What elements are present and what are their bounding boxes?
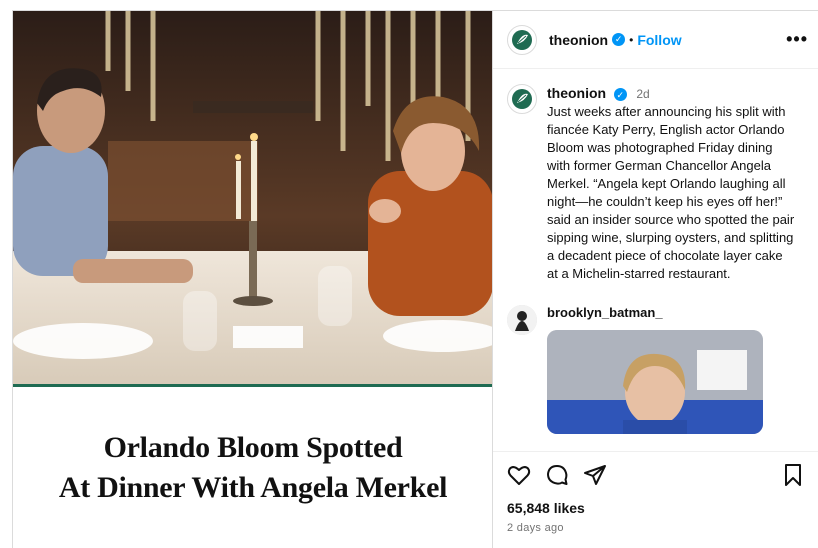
heart-icon[interactable] (507, 463, 531, 492)
action-icons (507, 462, 804, 492)
dinner-photo (13, 11, 492, 384)
onion-logo-icon[interactable] (507, 84, 537, 114)
caption-body: theonion ✓ 2d Just weeks after announcin… (547, 84, 797, 283)
post-date[interactable]: 2 days ago (507, 522, 804, 534)
caption-username[interactable]: theonion (547, 85, 606, 101)
comment-username[interactable]: brooklyn_batman_ (547, 305, 763, 320)
author-username[interactable]: theonion (549, 32, 608, 48)
caption-row: theonion ✓ 2d Just weeks after announcin… (507, 84, 804, 283)
onion-logo-icon[interactable] (507, 24, 537, 55)
caption-text: Just weeks after announcing his split wi… (547, 104, 795, 281)
verified-icon: ✓ (613, 88, 627, 102)
instagram-post: Orlando Bloom Spotted At Dinner With Ang… (12, 10, 818, 548)
bookmark-icon[interactable] (782, 463, 804, 492)
comment-item: brooklyn_batman_ (507, 305, 804, 434)
more-icon[interactable]: ••• (786, 29, 808, 50)
comment-body: brooklyn_batman_ (547, 305, 763, 434)
post-sidebar: theonion ✓ • Follow ••• theonion ✓ 2d Ju… (493, 11, 818, 548)
likes-count[interactable]: 65,848 likes (507, 500, 804, 516)
comment-image[interactable] (547, 330, 763, 434)
headline-line-2: At Dinner With Angela Merkel (58, 471, 448, 504)
post-header: theonion ✓ • Follow ••• (493, 11, 818, 69)
avatar[interactable] (507, 305, 537, 335)
comment-icon[interactable] (545, 463, 569, 492)
headline-card: Orlando Bloom Spotted At Dinner With Ang… (13, 384, 492, 548)
separator-dot: • (629, 32, 634, 47)
post-media[interactable]: Orlando Bloom Spotted At Dinner With Ang… (13, 11, 493, 548)
headline-line-1: Orlando Bloom Spotted (103, 431, 403, 464)
post-actions: 65,848 likes 2 days ago (493, 451, 818, 548)
share-icon[interactable] (583, 463, 607, 492)
follow-button[interactable]: Follow (637, 32, 681, 48)
comments-section[interactable]: theonion ✓ 2d Just weeks after announcin… (493, 70, 818, 450)
article-headline: Orlando Bloom Spotted At Dinner With Ang… (58, 428, 448, 508)
caption-time[interactable]: 2d (636, 87, 649, 101)
verified-icon: ✓ (612, 33, 626, 46)
